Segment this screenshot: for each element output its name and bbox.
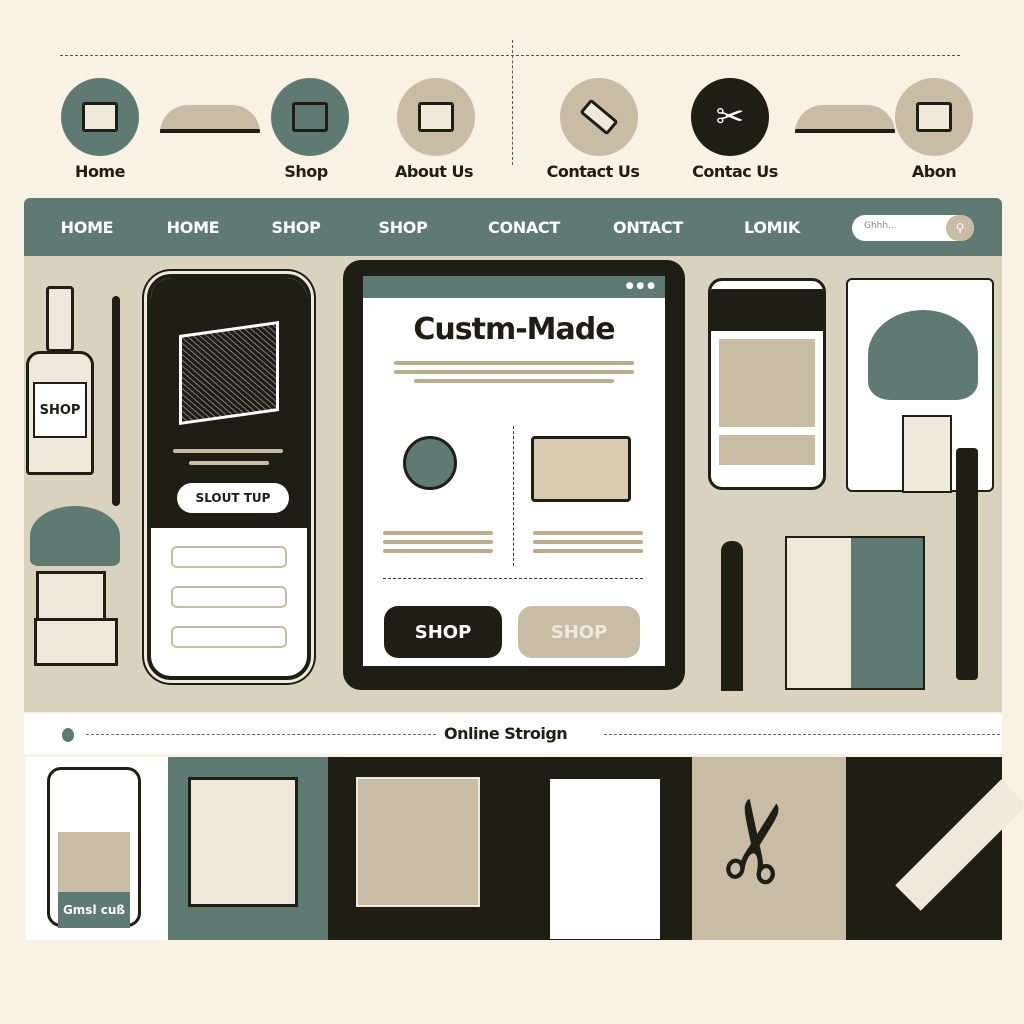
nav-item-home-2[interactable]: HOME bbox=[167, 218, 220, 237]
dot-icon bbox=[62, 728, 74, 742]
phone-hero: SLOUT TUP bbox=[151, 278, 307, 528]
tablet-mockup: ● ● ● Custm-Made SHOP SHOP bbox=[343, 260, 685, 690]
notebook-illustration bbox=[785, 536, 925, 690]
window-controls-icon[interactable]: ● ● ● bbox=[626, 281, 655, 291]
top-decor-divider bbox=[512, 40, 513, 165]
nav-item-home[interactable]: HOME bbox=[61, 218, 114, 237]
phone-link[interactable] bbox=[171, 626, 287, 648]
shop-button-primary[interactable]: SHOP bbox=[384, 606, 502, 658]
top-decor-line bbox=[60, 55, 960, 56]
wallet-illustration bbox=[531, 436, 631, 502]
small-phone-mockup bbox=[708, 278, 826, 490]
shopping-basket-icon bbox=[179, 320, 279, 426]
ruler-icon bbox=[895, 779, 1024, 911]
main-nav-bar: HOME HOME SHOP SHOP CONACT ONTACT LOMIK … bbox=[24, 198, 1002, 256]
bottle-illustration: SHOP bbox=[26, 351, 94, 475]
tablet-title: Custm-Made bbox=[413, 312, 615, 347]
bottle-cap bbox=[46, 286, 74, 352]
search-input[interactable]: Ghhh... ⚲ bbox=[852, 215, 974, 241]
bottom-phone-button[interactable]: Gmsl cuß bbox=[58, 892, 130, 928]
search-icon[interactable]: ⚲ bbox=[946, 215, 974, 241]
tablet-browser-bar: ● ● ● bbox=[363, 276, 665, 298]
plant-leaves bbox=[868, 310, 978, 400]
phone-links bbox=[151, 528, 307, 648]
ruler-pencil-icon bbox=[956, 448, 978, 680]
laptop-icon bbox=[397, 78, 475, 156]
nav-item-conact[interactable]: CONACT bbox=[488, 218, 560, 237]
signup-button[interactable]: SLOUT TUP bbox=[177, 483, 289, 513]
scissors-icon: ✂ bbox=[691, 78, 769, 156]
ruler-icon bbox=[560, 78, 638, 156]
gallery-tile-cabinet[interactable] bbox=[168, 757, 328, 940]
section-header: Online Stroign bbox=[24, 714, 1002, 754]
picture-frame-icon bbox=[61, 78, 139, 156]
gallery-tile-ruler[interactable] bbox=[846, 757, 1024, 940]
shop-button-secondary[interactable]: SHOP bbox=[518, 606, 640, 658]
roof-illustration bbox=[160, 105, 260, 133]
document-icon bbox=[895, 78, 973, 156]
gallery-tile-document[interactable] bbox=[546, 757, 692, 940]
pencil-icon bbox=[721, 541, 743, 691]
hero-panel: SHOP SLOUT TUP ● ● ● Custm-Made SHOP SHO… bbox=[24, 256, 1002, 712]
pencil-icon bbox=[112, 296, 120, 506]
coin-illustration bbox=[403, 436, 457, 490]
phone-link[interactable] bbox=[171, 586, 287, 608]
roof-illustration bbox=[795, 105, 895, 133]
nav-item-ontact[interactable]: ONTACT bbox=[613, 218, 683, 237]
divider bbox=[513, 426, 514, 566]
nav-item-lomik[interactable]: LOMIK bbox=[744, 218, 800, 237]
phone-link[interactable] bbox=[171, 546, 287, 568]
nav-item-shop-2[interactable]: SHOP bbox=[378, 218, 427, 237]
nav-item-shop[interactable]: SHOP bbox=[271, 218, 320, 237]
gallery-tile-phone[interactable]: Gmsl cuß bbox=[25, 757, 168, 940]
scissors-icon: ✂ bbox=[687, 784, 830, 898]
section-title: Online Stroign bbox=[444, 724, 568, 743]
house-icon bbox=[271, 78, 349, 156]
gallery-tile-frame[interactable] bbox=[328, 757, 546, 940]
plant-leaves bbox=[30, 506, 120, 566]
plant-pot bbox=[902, 415, 952, 493]
gallery-tile-scissors[interactable]: ✂ bbox=[687, 757, 846, 940]
phone-mockup: SLOUT TUP bbox=[147, 274, 311, 680]
box-stack bbox=[34, 618, 118, 666]
